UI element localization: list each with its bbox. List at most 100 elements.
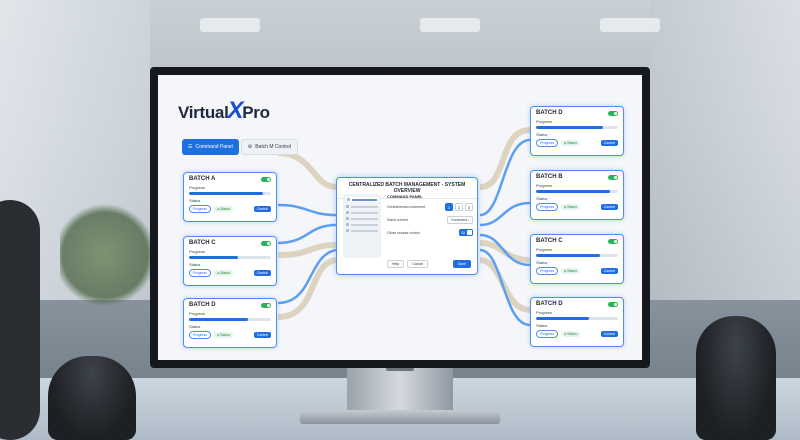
status-badge: ● Status (561, 140, 581, 146)
tab-command-panel[interactable]: ☰ Command Panel (182, 139, 239, 155)
panel-row: Glose sirossa control Cil (387, 229, 473, 236)
progress-bar (189, 192, 271, 195)
progress-pill[interactable]: Progress (536, 139, 559, 147)
progress-fill (536, 190, 610, 193)
card-actions: Progress ● Status Control (189, 331, 271, 339)
batch-toggle[interactable] (261, 176, 271, 182)
status-badge: ● Status (561, 268, 581, 274)
tab-batch-control[interactable]: ⚙ Batch M Control (240, 139, 299, 155)
number-button-1[interactable]: 1 (445, 203, 453, 211)
control-button[interactable]: Control (600, 268, 618, 274)
batch-toggle[interactable] (608, 174, 618, 180)
status-text: Status (220, 207, 231, 211)
panel-body: COMMAND PANEL Centralversion cotement 1 … (387, 194, 473, 241)
batch-title: BATCH D (536, 110, 563, 116)
batch-title-row: BATCH A (189, 176, 271, 182)
sidebar-item[interactable] (346, 211, 378, 214)
batch-title: BATCH C (189, 240, 216, 246)
monitor-stand-base (300, 410, 500, 424)
batch-title: BATCH D (189, 302, 216, 308)
select-value: Command (451, 218, 468, 222)
control-button[interactable]: Control (253, 206, 271, 212)
panel-sidebar (343, 194, 381, 258)
batch-toggle[interactable] (608, 301, 618, 307)
progress-pill[interactable]: Progress (536, 330, 559, 338)
batch-title: BATCH B (536, 174, 563, 180)
brand-name-suffix: Pro (242, 103, 270, 122)
help-button[interactable]: Help (387, 260, 405, 268)
progress-bar (536, 126, 618, 129)
batch-toggle[interactable] (608, 110, 618, 116)
tan-wire (277, 150, 337, 190)
panel-row: Satch current Command ⌄ (387, 216, 473, 224)
panel-footer: Help Cancel Save (387, 260, 471, 268)
number-button-2[interactable]: 2 (455, 203, 463, 211)
number-button-3[interactable]: 3 (465, 203, 473, 211)
control-button[interactable]: Control (600, 204, 618, 210)
batch-title: BATCH A (189, 176, 216, 182)
monitor-stand (347, 366, 453, 412)
status-badge: ● Status (561, 204, 581, 210)
brand-name-prefix: Virtual (178, 103, 229, 122)
speaker-left (48, 356, 136, 440)
sidebar-item[interactable] (346, 197, 378, 202)
row-label: Glose sirossa control (387, 230, 420, 235)
batch-card: BATCH A Progress Status Progress ● Statu… (183, 172, 277, 222)
progress-pill[interactable]: Progress (189, 269, 212, 277)
card-actions: Progress ● Status Control (536, 203, 618, 211)
ceiling-light (200, 18, 260, 32)
speaker-right (696, 316, 776, 440)
sidebar-item[interactable] (346, 217, 378, 220)
progress-bar (536, 254, 618, 257)
control-switch[interactable]: Cil (459, 229, 473, 236)
sidebar-item[interactable] (346, 205, 378, 208)
control-button[interactable]: Control (253, 332, 271, 338)
background-window-right (650, 0, 800, 300)
progress-bar (536, 317, 618, 320)
status-label: Status (536, 323, 548, 328)
card-actions: Progress ● Status Control (536, 267, 618, 275)
batch-title: BATCH C (536, 238, 563, 244)
control-button[interactable]: Control (600, 140, 618, 146)
status-text: Status (220, 333, 231, 337)
ceiling-light (600, 18, 660, 32)
brand-logo: VirtualXPro (178, 97, 270, 125)
save-button[interactable]: Save (453, 260, 471, 268)
card-actions: Progress ● Status Control (536, 330, 618, 338)
chevron-down-icon: ⌄ (467, 218, 471, 222)
batch-title-row: BATCH C (189, 240, 271, 246)
panel-heading: COMMAND PANEL (387, 194, 423, 199)
sidebar-item[interactable] (346, 223, 378, 226)
status-label: Status (536, 260, 548, 265)
status-text: Status (567, 141, 578, 145)
card-actions: Progress ● Status Control (536, 139, 618, 147)
batch-toggle[interactable] (608, 238, 618, 244)
progress-pill[interactable]: Progress (189, 205, 212, 213)
sidebar-item[interactable] (346, 229, 378, 232)
panel-row: Centralversion cotement 1 2 3 (387, 203, 473, 211)
card-actions: Progress ● Status Control (189, 269, 271, 277)
status-badge: ● Status (214, 332, 234, 338)
batch-toggle[interactable] (261, 240, 271, 246)
command-panel: CENTRALIZED BATCH MANAGEMENT - SYSTEM OV… (336, 177, 478, 275)
progress-bar (536, 190, 618, 193)
batch-card: BATCH D Progress Status Progress ● Statu… (183, 298, 277, 348)
command-select[interactable]: Command ⌄ (447, 216, 473, 224)
progress-fill (536, 126, 604, 129)
batch-title-row: BATCH B (536, 174, 618, 180)
progress-bar (189, 318, 271, 321)
ceiling-light (420, 18, 480, 32)
progress-pill[interactable]: Progress (189, 331, 212, 339)
batch-card: BATCH B Progress Status Progress ● Statu… (530, 170, 624, 220)
list-icon: ☰ (188, 144, 193, 150)
status-text: Status (567, 205, 578, 209)
status-label: Status (536, 196, 548, 201)
progress-pill[interactable]: Progress (536, 203, 559, 211)
control-button[interactable]: Control (600, 331, 618, 337)
status-label: Status (536, 132, 548, 137)
control-button[interactable]: Control (253, 270, 271, 276)
cancel-button[interactable]: Cancel (407, 260, 429, 268)
tab-label: Command Panel (195, 144, 233, 150)
batch-toggle[interactable] (261, 302, 271, 308)
progress-pill[interactable]: Progress (536, 267, 559, 275)
